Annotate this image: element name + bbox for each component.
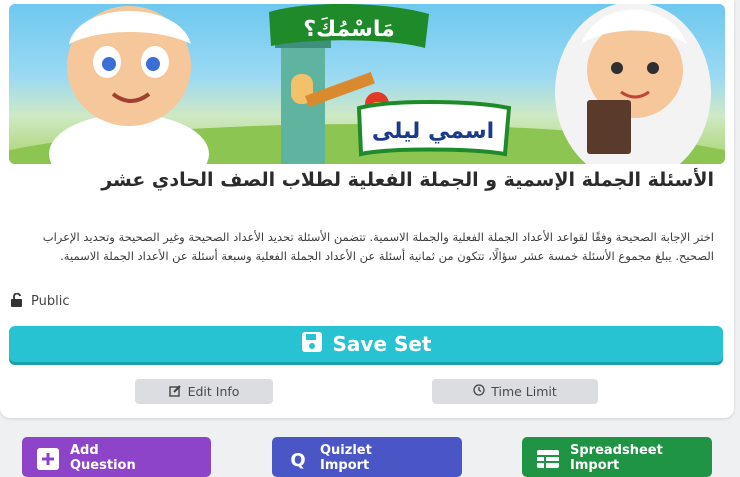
plus-icon [36, 447, 60, 471]
add-question-line1: Add [70, 443, 99, 458]
time-limit-label: Time Limit [491, 384, 557, 399]
set-card: مَاسْمُكَ؟ اسمي ليلى الأسئلة الجملة الإس… [0, 0, 734, 418]
quizlet-import-line1: Quizlet [320, 443, 372, 458]
cover-image: مَاسْمُكَ؟ اسمي ليلى [9, 4, 725, 164]
spreadsheet-import-line1: Spreadsheet [570, 443, 663, 458]
add-question-line2: Question [70, 458, 136, 473]
svg-text:Q: Q [290, 450, 305, 471]
cover-illustration: مَاسْمُكَ؟ اسمي ليلى [9, 4, 725, 164]
set-title: الأسئلة الجملة الإسمية و الجملة الفعلية … [101, 169, 714, 191]
girl-character [555, 4, 711, 164]
save-set-button[interactable]: Save Set [9, 326, 723, 362]
boy-character [49, 6, 209, 164]
edit-icon [168, 384, 182, 400]
quizlet-import-button[interactable]: Q Quizlet Import [272, 437, 462, 477]
visibility-indicator: Public [10, 292, 69, 311]
table-icon [536, 447, 560, 471]
sign-bottom-text: اسمي ليلى [372, 119, 494, 144]
spreadsheet-import-line2: Import [570, 458, 620, 473]
time-limit-button[interactable]: Time Limit [432, 379, 598, 404]
edit-info-button[interactable]: Edit Info [135, 379, 273, 404]
quizlet-import-line2: Import [320, 458, 370, 473]
quizlet-q-icon: Q [286, 447, 310, 471]
edit-info-label: Edit Info [187, 384, 240, 399]
save-set-label: Save Set [332, 332, 432, 356]
unlock-icon [10, 292, 24, 311]
clock-icon [473, 384, 485, 399]
add-question-button[interactable]: Add Question [22, 437, 211, 477]
set-description: اختر الإجابة الصحيحة وفقًا لقواعد الأعدا… [42, 230, 714, 263]
spreadsheet-import-button[interactable]: Spreadsheet Import [522, 437, 712, 477]
sign-top-text: مَاسْمُكَ؟ [303, 17, 395, 42]
floppy-icon [301, 331, 323, 358]
visibility-label: Public [31, 294, 70, 309]
